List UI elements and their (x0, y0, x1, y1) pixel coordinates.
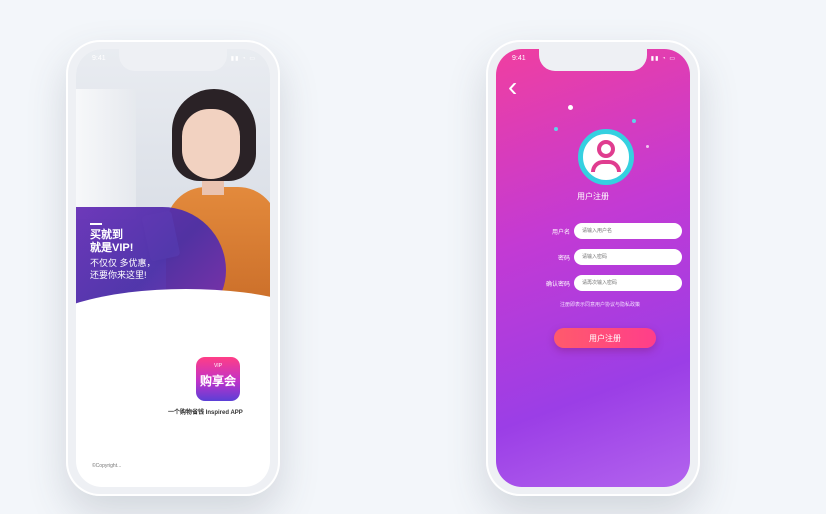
status-time: 9:41 (512, 55, 526, 62)
register-phone-mockup: 9:41 ▮▮ ◔ ▭ ‹ 用户注册 用户名 密码 确认密码 注册即表示同意用户… (486, 40, 700, 496)
sparkle-dot (568, 105, 573, 110)
chevron-left-icon[interactable]: ‹ (508, 73, 528, 101)
promo-subline-1: 不仅仅 多优惠， (90, 258, 156, 268)
phone-notch (119, 49, 227, 71)
confirm-password-label: 确认密码 (545, 282, 570, 288)
page-title: 用户注册 (577, 192, 609, 201)
register-screen: 9:41 ▮▮ ◔ ▭ ‹ 用户注册 用户名 密码 确认密码 注册即表示同意用户… (496, 49, 690, 487)
sparkle-dot (554, 127, 558, 131)
password-row: 密码 (526, 249, 686, 267)
app-tagline: 一个购物省钱 Inspired APP (168, 410, 243, 416)
sparkle-dot (632, 119, 636, 123)
promo-headline-2: 就是VIP! (90, 242, 134, 254)
sparkle-dot (646, 145, 649, 148)
promo-subline-2: 还要你来这里! (90, 270, 147, 280)
username-row: 用户名 (526, 223, 686, 241)
username-label: 用户名 (551, 230, 570, 236)
register-button[interactable]: 用户注册 (554, 328, 656, 348)
confirm-password-row: 确认密码 (526, 275, 686, 293)
splash-phone-mockup: 9:41 ▮▮ ◔ ▭ 买就到 就是VIP! 不仅仅 多优惠， 还要你来这里! … (66, 40, 280, 496)
status-icons: ▮▮ ◔ ▭ (230, 56, 256, 62)
confirm-password-input[interactable] (574, 275, 682, 291)
username-input[interactable] (574, 223, 682, 239)
user-avatar-icon (578, 129, 634, 185)
status-icons: ▮▮ ◔ ▭ (650, 56, 676, 62)
status-time: 9:41 (92, 55, 106, 62)
wave-divider (76, 289, 270, 379)
password-input[interactable] (574, 249, 682, 265)
promo-headline-1: 买就到 (90, 229, 123, 241)
terms-hint: 注册即表示同意用户协议与隐私政策 (560, 302, 641, 308)
splash-screen: 9:41 ▮▮ ◔ ▭ 买就到 就是VIP! 不仅仅 多优惠， 还要你来这里! … (76, 49, 270, 487)
background-window (76, 89, 136, 219)
phone-notch (539, 49, 647, 71)
password-label: 密码 (557, 256, 570, 262)
promo-text: 买就到 就是VIP! 不仅仅 多优惠， 还要你来这里! (90, 223, 156, 281)
copyright-footer: ©Copyright... (92, 463, 122, 469)
app-logo: VIP 购享会 (196, 357, 240, 401)
